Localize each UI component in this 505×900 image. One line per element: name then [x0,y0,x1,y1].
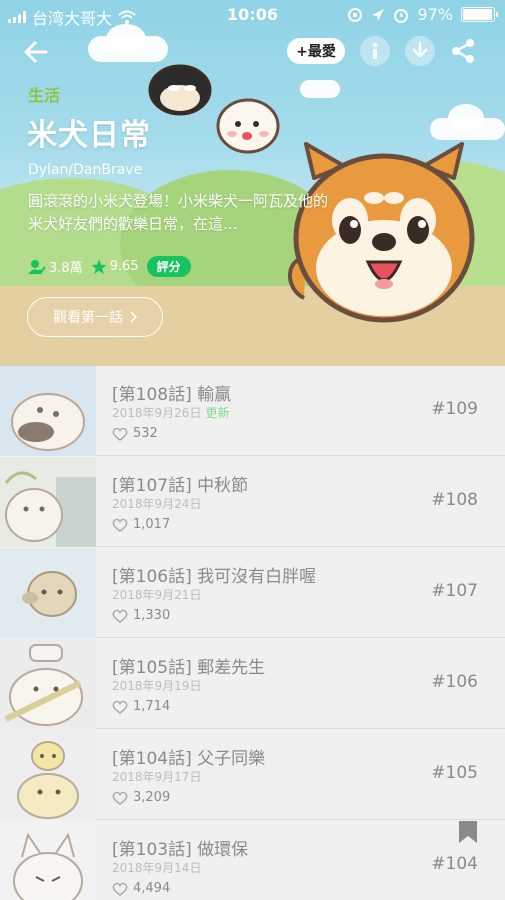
share-button[interactable] [448,36,478,66]
share-icon [452,39,474,63]
small-dogs-illustration [148,64,280,154]
heart-icon [112,791,128,805]
episode-date: 2018年9月26日 更新 [112,404,229,421]
likes-count: 1,714 [133,699,171,714]
info-button[interactable] [360,36,390,66]
episode-thumbnail [0,639,96,729]
episode-thumbnail [0,730,96,820]
episode-number: #106 [431,672,478,692]
heart-icon [112,518,128,532]
watch-button-label: 觀看第一話 [53,310,123,326]
episode-date-text: 2018年9月26日 [112,406,202,420]
episode-likes: 1,714 [112,699,170,714]
series-stats: 3.8萬 9.65 評分 [28,256,191,277]
favorite-button[interactable]: +最愛 [287,38,345,64]
episode-likes: 3,209 [112,790,170,805]
battery-level [463,9,493,20]
episode-title: [第106話] 我可沒有白胖喔 [112,567,317,587]
subscriber-icon [28,259,46,274]
likes-count: 532 [133,426,158,441]
episode-date-text: 2018年9月24日 [112,497,202,511]
episode-title: [第105話] 郵差先生 [112,658,266,678]
battery-percentage: 97% [417,5,453,24]
episode-date: 2018年9月17日 [112,768,201,785]
author-name: Dylan/DanBrave [28,162,143,178]
episode-row[interactable]: [第104話] 父子同樂 2018年9月17日 3,209 #105 [0,730,505,820]
episode-title: [第104話] 父子同樂 [112,749,266,769]
download-button[interactable] [405,36,435,66]
bookmark-icon[interactable] [459,821,477,843]
episode-row[interactable]: [第107話] 中秋節 2018年9月24日 1,017 #108 [0,457,505,547]
episode-number: #104 [431,854,478,874]
episode-number: #108 [431,490,478,510]
shiba-dog-illustration [288,142,475,323]
episode-date-text: 2018年9月19日 [112,679,202,693]
episode-date-text: 2018年9月17日 [112,770,202,784]
series-header: 台湾大哥大 10:06 97% +最愛 生活 米犬日常 Dylan/DanBra… [0,0,505,366]
episode-likes: 532 [112,426,158,441]
download-icon [412,42,428,58]
star-icon [91,259,107,274]
episode-thumbnail [0,366,96,456]
heart-icon [112,882,128,896]
episode-title: [第108話] 輸贏 [112,385,232,405]
episode-likes: 4,494 [112,881,170,896]
watch-first-episode-button[interactable]: 觀看第一話 [27,297,163,337]
subscriber-value: 3.8萬 [49,261,83,276]
episode-row[interactable]: [第103話] 做環保 2018年9月14日 4,494 #104 [0,821,505,900]
episode-row[interactable]: [第108話] 輸贏 2018年9月26日 更新 532 #109 [0,366,505,456]
episode-number: #105 [431,763,478,783]
cloud-decoration [300,80,340,98]
episode-list: [第108話] 輸贏 2018年9月26日 更新 532 #109 [第107話]… [0,366,505,900]
series-description: 圓滾滾的小米犬登場！小米柴犬一阿瓦及他的米犬好友們的歡樂日常，在這... [28,192,329,233]
episode-title: [第107話] 中秋節 [112,476,249,496]
genre-label: 生活 [28,86,61,105]
rating-score: 9.65 [91,259,139,275]
chevron-right-icon [130,311,137,323]
arrow-left-icon [24,41,48,63]
heart-icon [112,700,128,714]
alarm-icon [394,8,409,23]
episode-date: 2018年9月21日 [112,586,201,603]
episode-likes: 1,017 [112,517,170,532]
episode-date: 2018年9月19日 [112,677,201,694]
rate-button[interactable]: 評分 [146,256,191,277]
heart-icon [112,427,128,441]
episode-date: 2018年9月24日 [112,495,201,512]
episode-thumbnail [0,821,96,900]
episode-title: [第103話] 做環保 [112,840,249,860]
likes-count: 3,209 [133,790,171,805]
episode-row[interactable]: [第106話] 我可沒有白胖喔 2018年9月21日 1,330 #107 [0,548,505,638]
likes-count: 1,017 [133,517,171,532]
episode-thumbnail [0,457,96,547]
cloud-decoration [448,104,484,132]
episode-date: 2018年9月14日 [112,859,201,876]
episode-row[interactable]: [第105話] 郵差先生 2018年9月19日 1,714 #106 [0,639,505,729]
rotation-lock-icon [348,7,363,22]
likes-count: 4,494 [133,881,171,896]
updated-badge: 更新 [205,406,230,420]
series-title: 米犬日常 [27,118,151,153]
back-button[interactable] [20,36,52,68]
heart-icon [112,609,128,623]
episode-number: #107 [431,581,478,601]
episode-thumbnail [0,548,96,638]
episode-date-text: 2018年9月14日 [112,861,202,875]
subscriber-count: 3.8萬 [28,257,83,276]
rating-value: 9.65 [109,259,139,274]
info-icon [372,42,378,59]
status-indicators: 97% [347,5,498,24]
episode-number: #109 [431,399,478,419]
likes-count: 1,330 [133,608,171,623]
battery-icon [461,7,498,22]
episode-date-text: 2018年9月21日 [112,588,202,602]
status-bar: 台湾大哥大 10:06 97% [0,0,505,30]
location-icon [372,8,385,21]
episode-likes: 1,330 [112,608,170,623]
